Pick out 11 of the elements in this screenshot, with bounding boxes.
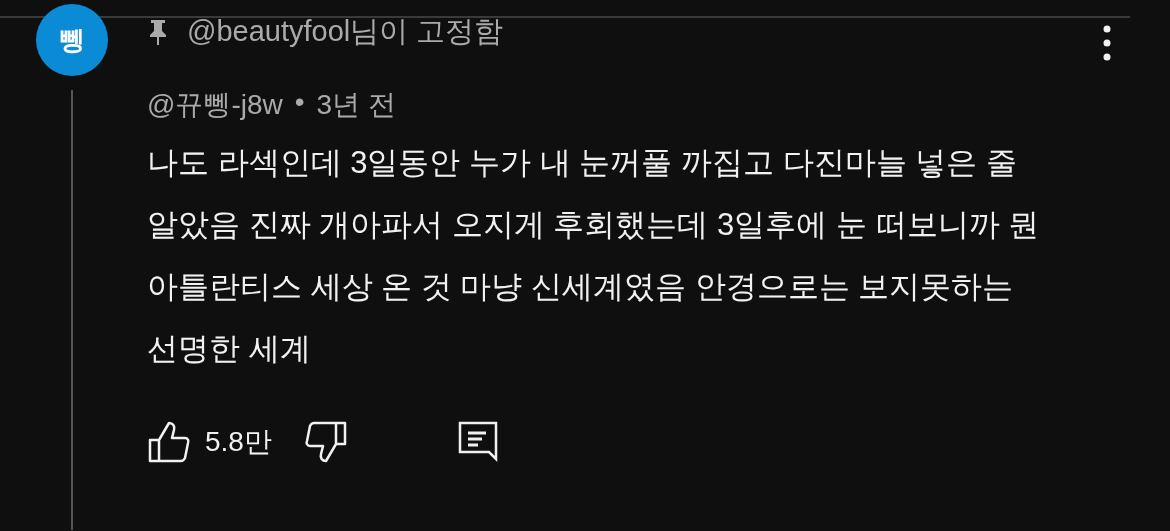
separator: • — [294, 86, 305, 119]
more-menu-icon[interactable] — [1102, 24, 1112, 62]
comment-time: 3년 전 — [316, 88, 396, 122]
avatar[interactable]: 뼁 — [36, 4, 108, 76]
like-count: 5.8만 — [205, 425, 272, 459]
pinned-label: @beautyfool님이 고정함 — [187, 14, 504, 49]
comment-text: 나도 라섹인데 3일동안 누가 내 눈꺼풀 까집고 다진마늘 넣은 줄 알았음 진짜 개아파서 오지게 후회했는데 3일후에 눈 떠보니까 뭔 아틀란티스 세상 온 것 마냥 신세계였음 안경으로는 보지못하는 선명한 세계 — [147, 144, 1041, 368]
like-icon[interactable] — [147, 420, 191, 464]
pin-icon — [147, 18, 169, 46]
dislike-icon[interactable] — [303, 420, 348, 464]
comment-author[interactable]: @뀨뼁-j8w — [147, 86, 283, 124]
